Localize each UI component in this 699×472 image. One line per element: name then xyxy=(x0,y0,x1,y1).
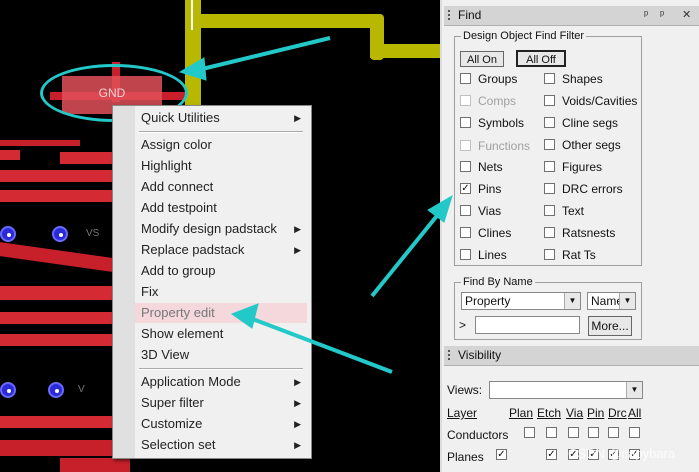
annotation-arrows xyxy=(178,36,453,374)
arrowhead-icon xyxy=(230,303,259,329)
watermark: CSDN @capybara xyxy=(568,446,676,461)
arrow-to-property-edit-icon xyxy=(249,316,393,374)
arrow-to-pins-icon xyxy=(370,210,442,298)
arrow-to-gnd-icon xyxy=(197,36,331,72)
arrowhead-icon xyxy=(178,57,207,81)
arrowhead-icon xyxy=(427,194,453,223)
